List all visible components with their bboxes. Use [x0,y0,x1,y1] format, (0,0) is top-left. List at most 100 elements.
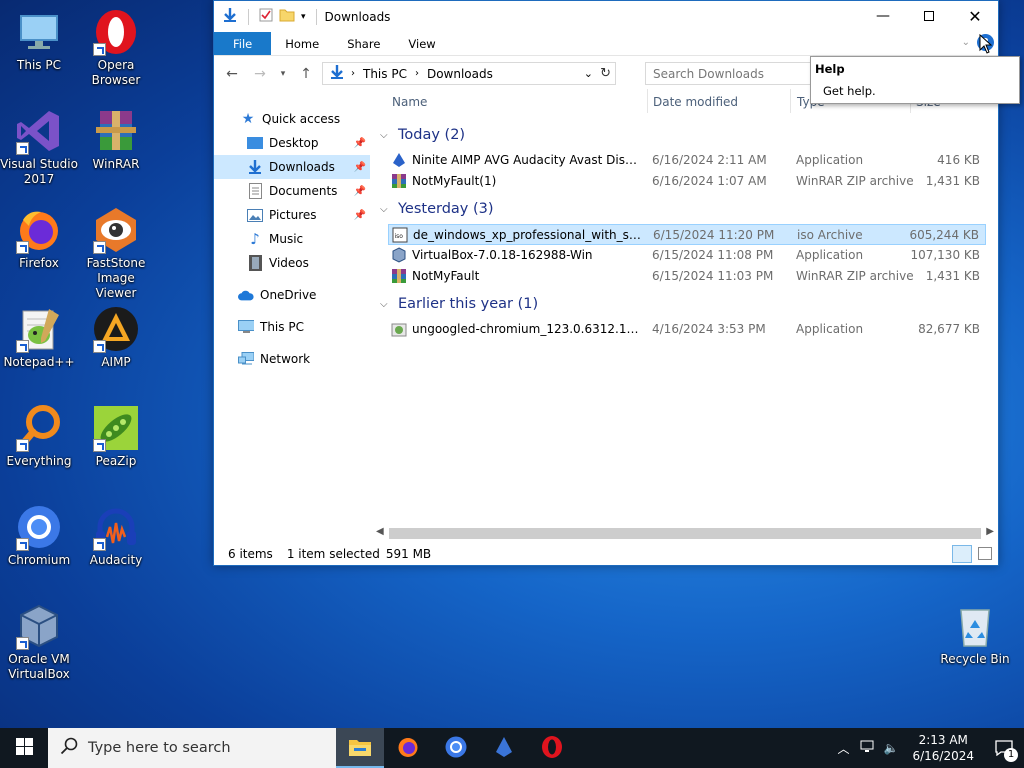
start-button[interactable] [0,728,48,768]
taskbar-chromium[interactable] [432,728,480,768]
desktop-icon-everything[interactable]: Everything [0,404,78,469]
nav-item-music[interactable]: ♪ Music [214,227,370,251]
download-arrow-icon [329,64,345,83]
tab-share[interactable]: Share [333,32,394,55]
network-status-icon[interactable] [856,740,880,757]
back-arrow-icon[interactable]: ← [222,66,242,82]
forward-arrow-icon[interactable]: → [250,66,270,82]
desktop-icon-opera[interactable]: Opera Browser [77,8,155,88]
file-row[interactable]: NotMyFault 6/15/2024 11:03 PM WinRAR ZIP… [388,266,986,287]
quick-access-toolbar: ▾ [222,7,321,26]
file-size: 1,431 KB [925,174,980,188]
svg-text:iso: iso [395,233,404,240]
file-size: 416 KB [937,153,980,167]
tab-home[interactable]: Home [271,32,333,55]
pin-icon[interactable]: 📌 [354,162,366,173]
column-header-name[interactable]: Name [392,95,427,109]
nav-item-documents[interactable]: Documents 📌 [214,179,370,203]
properties-icon[interactable] [259,8,273,25]
nav-item-onedrive[interactable]: OneDrive [214,283,370,307]
desktop-icon-virtualbox[interactable]: Oracle VM VirtualBox [0,602,78,682]
breadcrumb-this-pc[interactable]: This PC [363,67,407,81]
search-icon [60,737,78,759]
notification-center-icon[interactable]: 1 [984,728,1024,768]
desktop-icon-this-pc[interactable]: This PC [0,8,78,73]
desktop-icon-label: Recycle Bin [940,652,1010,666]
file-size: 107,130 KB [910,248,980,262]
up-arrow-icon[interactable]: ↑ [296,66,316,82]
close-button[interactable]: ✕ [952,1,998,31]
nav-item-label: Network [260,352,311,366]
file-row[interactable]: NotMyFault(1) 6/16/2024 1:07 AM WinRAR Z… [388,171,986,192]
column-header-date-modified[interactable]: Date modified [653,95,738,109]
breadcrumb-chevron-icon[interactable]: › [415,68,419,79]
taskbar-file-explorer[interactable] [336,728,384,768]
nav-item-desktop[interactable]: Desktop 📌 [214,131,370,155]
nav-item-videos[interactable]: Videos [214,251,370,275]
file-row[interactable]: Ninite AIMP AVG Audacity Avast Discord .… [388,150,986,171]
scroll-right-icon[interactable]: ▶ [986,526,994,537]
address-bar[interactable]: › This PC › Downloads ⌄ ↻ [322,62,616,85]
group-header-earlier-this-year[interactable]: ⌵ Earlier this year (1) [380,293,538,315]
taskbar-opera[interactable] [528,728,576,768]
search-input[interactable]: Search Downloads [645,62,815,85]
tab-view[interactable]: View [394,32,449,55]
nav-item-quick-access[interactable]: ★ Quick access [214,107,370,131]
scrollbar-thumb[interactable] [389,528,981,539]
desktop-icon-peazip[interactable]: PeaZip [77,404,155,469]
large-icons-view-icon[interactable] [978,547,992,560]
chromium-icon [444,735,468,762]
breadcrumb-chevron-icon[interactable]: › [351,68,355,79]
address-dropdown-icon[interactable]: ⌄ [584,67,593,80]
scroll-left-icon[interactable]: ◀ [376,526,384,537]
details-view-icon[interactable] [952,545,972,563]
file-type: Application [796,153,864,167]
desktop-icon-faststone[interactable]: FastStone Image Viewer [77,206,155,301]
desktop-icon-audacity[interactable]: Audacity [77,503,155,568]
ninite-app-icon [492,735,516,762]
title-bar[interactable]: ▾ Downloads — ✕ [214,1,998,32]
group-header-today[interactable]: ⌵ Today (2) [380,124,465,146]
nav-item-this-pc[interactable]: This PC [214,315,370,339]
volume-muted-icon[interactable]: 🔈 [880,741,903,755]
desktop-icon-notepadpp[interactable]: Notepad++ [0,305,78,370]
new-folder-icon[interactable] [279,8,295,25]
file-row[interactable]: ungoogled-chromium_123.0.6312.122-1.... … [388,319,986,340]
desktop-icon-visual-studio[interactable]: Visual Studio 2017 [0,107,78,187]
desktop-icon-label: Audacity [89,553,143,567]
minimize-icon: — [876,8,890,24]
horizontal-scrollbar[interactable]: ◀ ▶ [372,525,998,542]
peazip-icon [92,404,140,452]
file-row[interactable]: VirtualBox-7.0.18-162988-Win 6/15/2024 1… [388,245,986,266]
minimize-button[interactable]: — [860,1,906,31]
tab-file[interactable]: File [214,32,272,55]
group-header-yesterday[interactable]: ⌵ Yesterday (3) [380,198,494,220]
breadcrumb-downloads[interactable]: Downloads [427,67,493,81]
desktop-icon-winrar[interactable]: WinRAR [77,107,155,172]
maximize-button[interactable] [906,1,952,31]
taskbar-clock[interactable]: 2:13 AM 6/16/2024 [902,732,984,764]
desktop-icon-firefox[interactable]: Firefox [0,206,78,271]
taskbar-ninite[interactable] [480,728,528,768]
pin-icon[interactable]: 📌 [354,210,366,221]
nav-item-network[interactable]: Network [214,347,370,371]
desktop-icon-aimp[interactable]: AIMP [77,305,155,370]
nav-item-pictures[interactable]: Pictures 📌 [214,203,370,227]
system-tray: ︿ 🔈 2:13 AM 6/16/2024 1 [832,728,1024,768]
pin-icon[interactable]: 📌 [354,138,366,149]
ribbon-expand-icon[interactable]: ⌄ [962,37,970,48]
recent-locations-chevron-icon[interactable]: ▾ [278,69,288,79]
file-name: VirtualBox-7.0.18-162988-Win [412,248,593,262]
taskbar-firefox[interactable] [384,728,432,768]
desktop-icon-chromium[interactable]: Chromium [0,503,78,568]
pin-icon[interactable]: 📌 [354,186,366,197]
show-hidden-icons-chevron-icon[interactable]: ︿ [832,740,856,757]
file-row-selected[interactable]: iso de_windows_xp_professional_with_serv… [388,224,986,245]
winrar-archive-icon [391,173,407,189]
nav-item-downloads[interactable]: Downloads 📌 [214,155,370,179]
chevron-down-icon[interactable]: ▾ [301,12,306,22]
taskbar-search-input[interactable]: Type here to search [48,728,336,768]
nav-item-label: Downloads [269,160,335,174]
refresh-icon[interactable]: ↻ [600,66,611,81]
desktop-icon-recycle-bin[interactable]: Recycle Bin [936,602,1014,667]
